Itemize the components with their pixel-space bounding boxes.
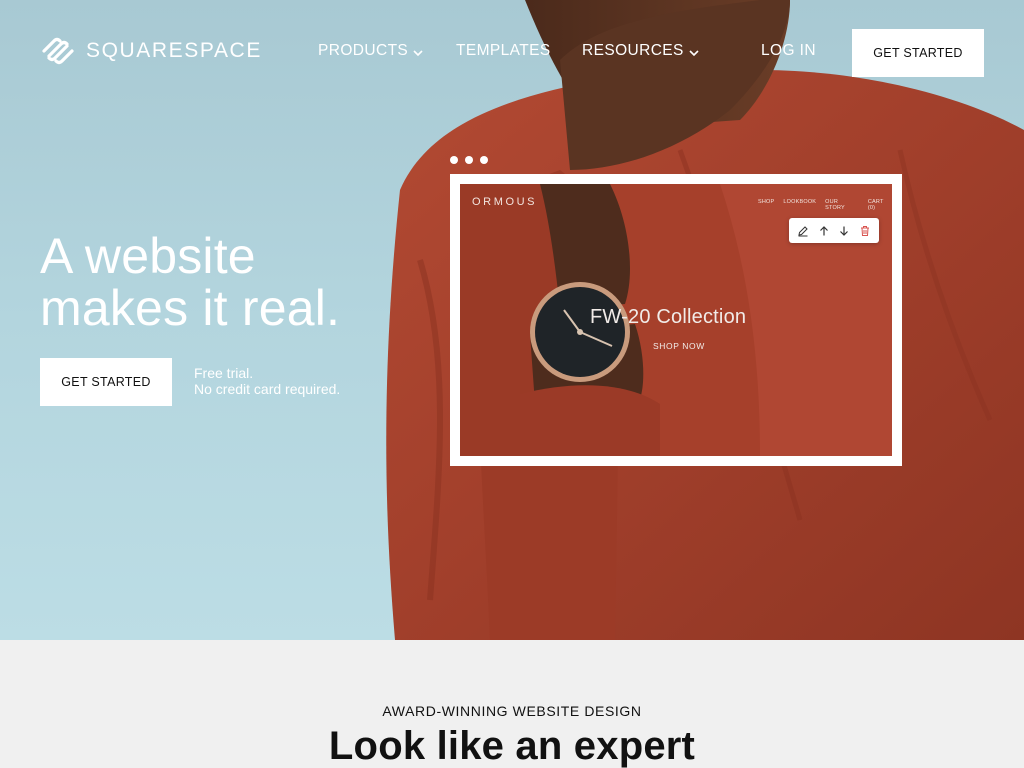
hero-headline-line-1: A website xyxy=(40,228,256,284)
preview-nav-our-story[interactable]: OUR STORY xyxy=(825,199,859,211)
nav-log-in[interactable]: LOG IN xyxy=(761,42,816,60)
delete-button[interactable] xyxy=(858,224,872,238)
block-edit-toolbar xyxy=(789,218,879,243)
trial-line-2: No credit card required. xyxy=(194,381,341,397)
arrow-down-icon xyxy=(840,226,849,236)
arrow-up-icon xyxy=(819,225,828,235)
nav-resources[interactable]: RESOURCES xyxy=(582,42,700,60)
trial-note: Free trial. No credit card required. xyxy=(194,365,340,397)
hero-get-started-button[interactable]: GET STARTED xyxy=(40,358,172,406)
slide-dot-3[interactable] xyxy=(480,156,488,164)
website-preview-frame[interactable]: ORMOUS SHOP LOOKBOOK OUR STORY CART (0) … xyxy=(450,174,902,466)
preview-nav-shop[interactable]: SHOP xyxy=(758,199,774,211)
slide-dots xyxy=(450,156,488,164)
slide-dot-1[interactable] xyxy=(450,156,458,164)
top-navigation: SQUARESPACE PRODUCTS TEMPLATES RESOURCES… xyxy=(0,0,1024,100)
brand-name: SQUARESPACE xyxy=(86,39,262,62)
chevron-down-icon xyxy=(689,49,699,56)
nav-templates[interactable]: TEMPLATES xyxy=(456,42,551,60)
squarespace-logo-icon xyxy=(42,37,74,65)
features-section: AWARD-WINNING WEBSITE DESIGN Look like a… xyxy=(0,640,1024,768)
move-up-button[interactable] xyxy=(817,224,831,238)
nav-get-started-button[interactable]: GET STARTED xyxy=(852,29,984,77)
slide-dot-2[interactable] xyxy=(465,156,473,164)
chevron-down-icon xyxy=(413,49,423,56)
preview-collection-title: FW-20 Collection xyxy=(590,306,747,328)
preview-site-nav: SHOP LOOKBOOK OUR STORY CART (0) xyxy=(758,199,892,211)
move-down-button[interactable] xyxy=(837,224,851,238)
nav-resources-label: RESOURCES xyxy=(582,42,684,59)
nav-log-in-label: LOG IN xyxy=(761,42,816,59)
preview-site-brand: ORMOUS xyxy=(472,196,538,208)
preview-nav-cart[interactable]: CART (0) xyxy=(868,199,892,211)
pencil-icon xyxy=(798,225,808,236)
edit-button[interactable] xyxy=(796,224,810,238)
nav-templates-label: TEMPLATES xyxy=(456,42,551,59)
logo[interactable]: SQUARESPACE xyxy=(40,36,262,66)
section-title: Look like an expert xyxy=(328,724,696,768)
hero-headline: A website makes it real. xyxy=(40,230,340,334)
preview-shop-now-link[interactable]: SHOP NOW xyxy=(653,341,705,351)
preview-nav-lookbook[interactable]: LOOKBOOK xyxy=(783,199,816,211)
trash-icon xyxy=(860,225,869,236)
trial-line-1: Free trial. xyxy=(194,365,254,381)
section-eyebrow: AWARD-WINNING WEBSITE DESIGN xyxy=(382,703,642,719)
hero-headline-line-2: makes it real. xyxy=(40,280,341,336)
hero-section: SQUARESPACE PRODUCTS TEMPLATES RESOURCES… xyxy=(0,0,1024,640)
nav-products[interactable]: PRODUCTS xyxy=(318,42,424,60)
nav-products-label: PRODUCTS xyxy=(318,42,409,59)
